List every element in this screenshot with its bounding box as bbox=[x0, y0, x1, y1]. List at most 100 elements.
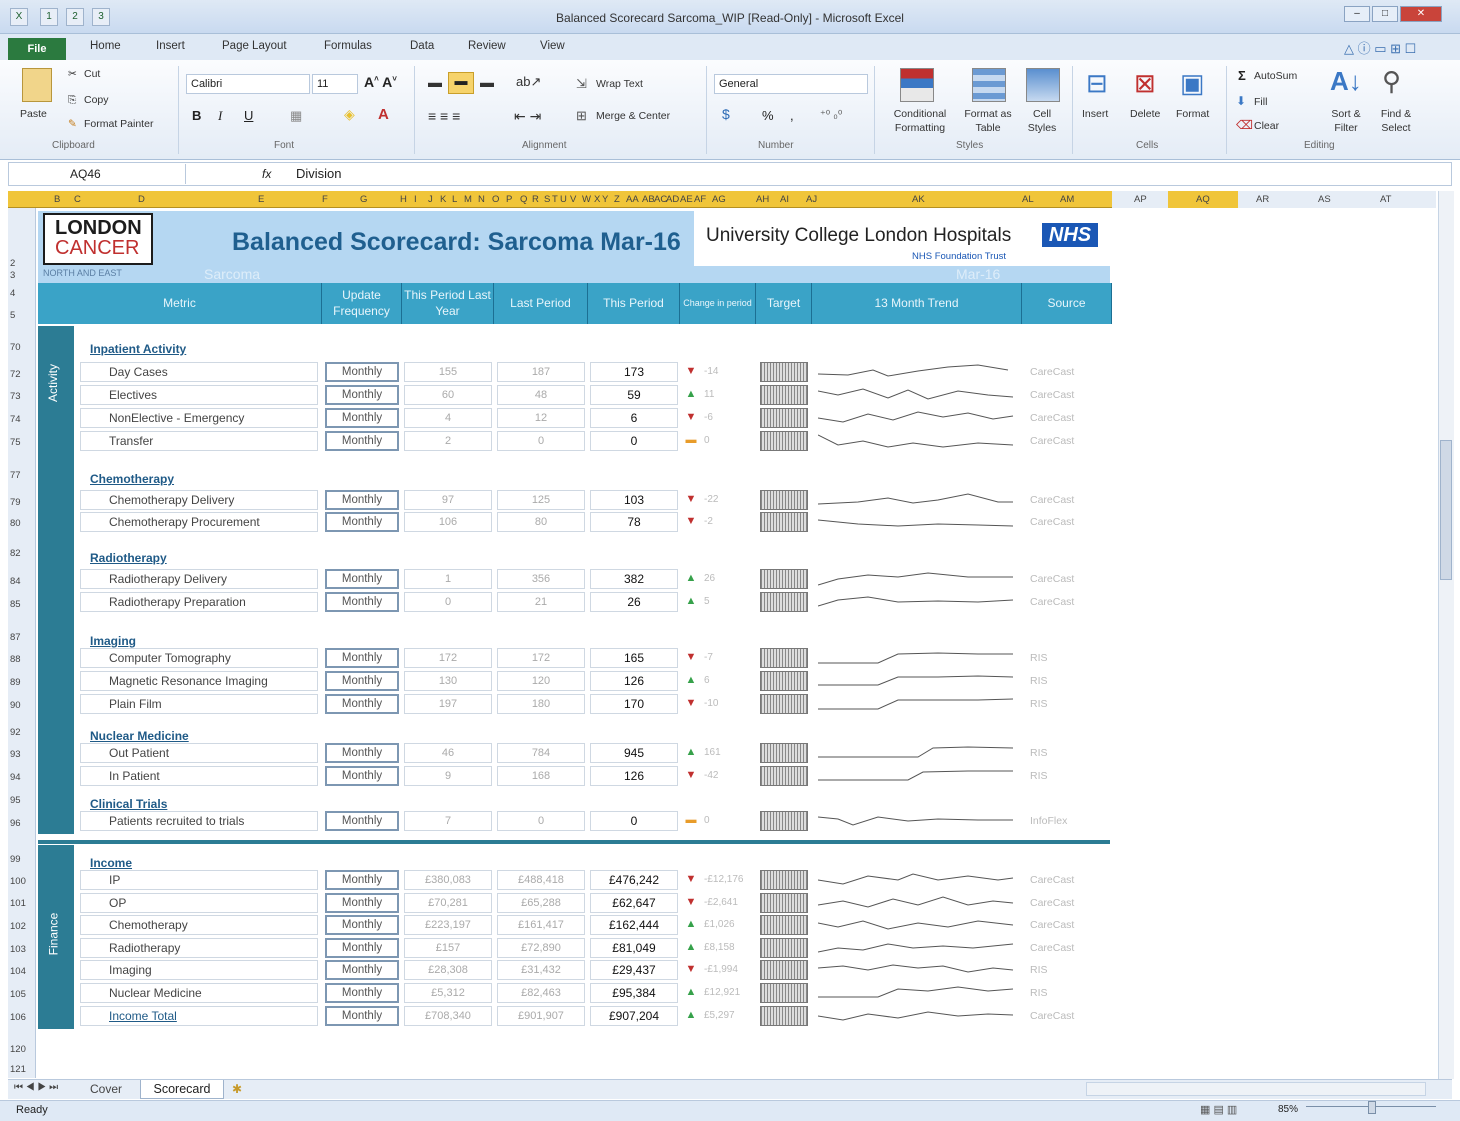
update-frequency[interactable]: Monthly bbox=[325, 743, 399, 763]
zoom-slider-thumb[interactable] bbox=[1368, 1101, 1376, 1114]
column-header[interactable]: AQ bbox=[1196, 194, 1210, 205]
align-top-icon[interactable]: ▬ bbox=[428, 74, 442, 90]
merge-icon[interactable]: ⊞ bbox=[576, 108, 587, 124]
tab-insert[interactable]: Insert bbox=[156, 40, 185, 52]
undo-icon[interactable]: 2 bbox=[66, 8, 84, 26]
conditional-formatting-icon[interactable] bbox=[900, 68, 934, 102]
insert-cells-icon[interactable]: ⊟ bbox=[1086, 68, 1108, 99]
row-header[interactable]: 102 bbox=[10, 921, 34, 932]
font-family-select[interactable]: Calibri bbox=[186, 74, 310, 94]
column-header[interactable]: P bbox=[506, 194, 512, 205]
column-header[interactable]: T bbox=[552, 194, 558, 205]
row-header[interactable]: 95 bbox=[10, 795, 34, 806]
fill-button[interactable]: Fill bbox=[1254, 96, 1267, 108]
column-header[interactable]: AI bbox=[780, 194, 789, 205]
minimize-button[interactable]: – bbox=[1344, 6, 1370, 22]
update-frequency[interactable]: Monthly bbox=[325, 983, 399, 1003]
column-header[interactable]: AS bbox=[1318, 194, 1331, 205]
column-header[interactable]: J bbox=[428, 194, 433, 205]
row-header[interactable]: 79 bbox=[10, 497, 34, 508]
sort-filter-icon[interactable]: A↓ bbox=[1330, 66, 1362, 97]
update-frequency[interactable]: Monthly bbox=[325, 870, 399, 890]
font-color-icon[interactable]: A bbox=[378, 106, 389, 123]
underline-button[interactable]: U bbox=[244, 108, 253, 123]
column-header[interactable]: AF bbox=[694, 194, 706, 205]
font-size-select[interactable]: 11 bbox=[312, 74, 358, 94]
copy-icon[interactable]: ⎘ bbox=[68, 94, 76, 107]
view-normal-icon[interactable]: ▦ ▤ ▥ bbox=[1200, 1103, 1237, 1116]
bold-button[interactable]: B bbox=[192, 108, 201, 123]
column-header[interactable]: F bbox=[322, 194, 328, 205]
sheet-nav-icon[interactable]: ⏮ ◀ ▶ ⏭ bbox=[14, 1082, 58, 1093]
row-header[interactable]: 105 bbox=[10, 989, 34, 1000]
tab-formulas[interactable]: Formulas bbox=[324, 40, 372, 52]
update-frequency[interactable]: Monthly bbox=[325, 766, 399, 786]
row-header[interactable]: 5 bbox=[10, 310, 34, 321]
column-header[interactable]: R bbox=[532, 194, 539, 205]
row-header[interactable]: 84 bbox=[10, 576, 34, 587]
column-header[interactable]: AE bbox=[680, 194, 693, 205]
tab-file[interactable]: File bbox=[8, 38, 66, 60]
update-frequency[interactable]: Monthly bbox=[325, 960, 399, 980]
column-header[interactable]: AP bbox=[1134, 194, 1147, 205]
row-header[interactable]: 2 bbox=[10, 258, 34, 269]
column-header[interactable]: Y bbox=[602, 194, 608, 205]
formula-input[interactable]: Division bbox=[296, 166, 342, 181]
cell-styles-icon[interactable] bbox=[1026, 68, 1060, 102]
decimal-icon[interactable]: ⁺⁰ ₀⁰ bbox=[820, 108, 842, 121]
update-frequency[interactable]: Monthly bbox=[325, 694, 399, 714]
column-header[interactable]: AR bbox=[1256, 194, 1269, 205]
insert-cells-button[interactable]: Insert bbox=[1082, 108, 1108, 120]
excel-icon[interactable]: X bbox=[10, 8, 28, 26]
row-header[interactable]: 89 bbox=[10, 677, 34, 688]
name-box[interactable]: AQ46 bbox=[10, 164, 186, 184]
cut-button[interactable]: Cut bbox=[84, 68, 100, 80]
italic-button[interactable]: I bbox=[218, 108, 222, 124]
update-frequency[interactable]: Monthly bbox=[325, 893, 399, 913]
find-select-icon[interactable]: ⚲ bbox=[1382, 66, 1401, 97]
column-header[interactable]: V bbox=[570, 194, 576, 205]
column-header[interactable]: O bbox=[492, 194, 499, 205]
tab-data[interactable]: Data bbox=[410, 40, 434, 52]
column-header[interactable]: B bbox=[54, 194, 60, 205]
percent-button[interactable]: % bbox=[762, 108, 774, 123]
format-painter-button[interactable]: Format Painter bbox=[84, 118, 153, 130]
number-format-select[interactable]: General bbox=[714, 74, 868, 94]
update-frequency[interactable]: Monthly bbox=[325, 490, 399, 510]
conditional-formatting-button[interactable]: Conditional Formatting bbox=[880, 108, 960, 135]
row-header[interactable]: 120 bbox=[10, 1044, 34, 1055]
update-frequency[interactable]: Monthly bbox=[325, 915, 399, 935]
delete-cells-button[interactable]: Delete bbox=[1130, 108, 1160, 120]
update-frequency[interactable]: Monthly bbox=[325, 362, 399, 382]
row-header[interactable]: 100 bbox=[10, 876, 34, 887]
update-frequency[interactable]: Monthly bbox=[325, 1006, 399, 1026]
row-header[interactable]: 4 bbox=[10, 288, 34, 299]
row-header[interactable]: 106 bbox=[10, 1012, 34, 1023]
column-header[interactable]: AG bbox=[712, 194, 726, 205]
row-header[interactable]: 96 bbox=[10, 818, 34, 829]
format-as-table-button[interactable]: Format as Table bbox=[960, 108, 1016, 135]
autosum-icon[interactable]: Σ bbox=[1238, 68, 1246, 83]
maximize-button[interactable]: □ bbox=[1372, 6, 1398, 22]
align-bottom-icon[interactable]: ▬ bbox=[480, 74, 494, 90]
insert-function-icon[interactable]: fx bbox=[262, 167, 271, 181]
tab-review[interactable]: Review bbox=[468, 40, 506, 52]
format-cells-icon[interactable]: ▣ bbox=[1180, 68, 1205, 99]
column-header[interactable]: AA bbox=[626, 194, 639, 205]
row-header[interactable]: 90 bbox=[10, 700, 34, 711]
copy-button[interactable]: Copy bbox=[84, 94, 109, 106]
redo-icon[interactable]: 3 bbox=[92, 8, 110, 26]
column-header[interactable]: AH bbox=[756, 194, 769, 205]
find-select-button[interactable]: Find & Select bbox=[1372, 108, 1420, 135]
row-header[interactable]: 72 bbox=[10, 369, 34, 380]
tab-page-layout[interactable]: Page Layout bbox=[222, 40, 287, 52]
close-button[interactable]: ✕ bbox=[1400, 6, 1442, 22]
format-painter-icon[interactable]: ✎ bbox=[68, 118, 77, 130]
fill-color-icon[interactable]: ◈ bbox=[344, 106, 355, 123]
help-icon[interactable]: △ ⓘ ▭ ⊞ ☐ bbox=[1344, 38, 1416, 57]
column-header[interactable]: Z bbox=[614, 194, 620, 205]
column-header[interactable]: M bbox=[464, 194, 472, 205]
cut-icon[interactable]: ✂ bbox=[68, 68, 77, 80]
row-header[interactable]: 121 bbox=[10, 1064, 34, 1075]
tab-view[interactable]: View bbox=[540, 40, 565, 52]
